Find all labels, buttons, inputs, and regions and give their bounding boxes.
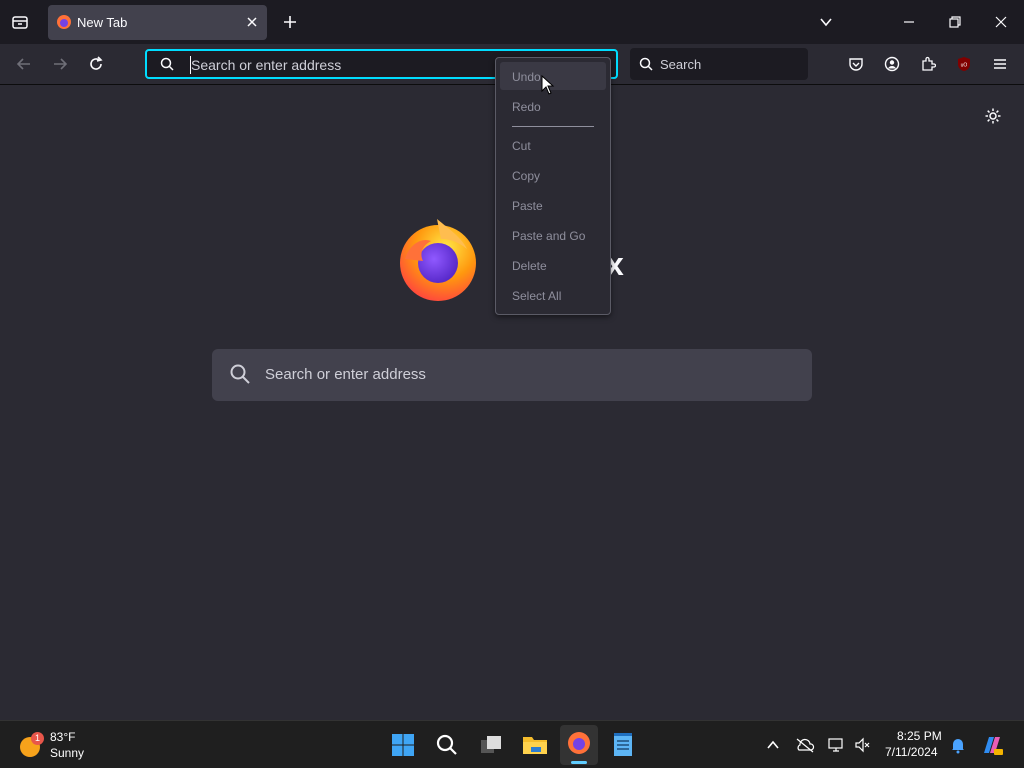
taskbar: 1 83°F Sunny 8:25 PM 7/11/2024 [0, 720, 1024, 768]
firefox-icon [567, 731, 591, 760]
firefox-taskbar-item[interactable] [560, 725, 598, 765]
task-view-icon[interactable] [476, 730, 506, 760]
account-icon[interactable] [880, 52, 904, 76]
weather-badge: 1 [31, 732, 44, 745]
menu-item-paste[interactable]: Paste [512, 199, 543, 213]
search-bar[interactable]: Search [630, 48, 808, 80]
copilot-icon[interactable] [977, 730, 1007, 760]
gear-icon[interactable] [981, 104, 1005, 128]
reload-icon[interactable] [84, 52, 108, 76]
weather-widget[interactable]: 1 83°F Sunny [8, 727, 98, 763]
clock-date[interactable]: 7/11/2024 [885, 745, 938, 759]
page-search-box[interactable]: Search or enter address [212, 349, 812, 401]
windows-start-icon[interactable] [388, 730, 418, 760]
menu-separator [512, 126, 594, 127]
chevron-down-icon[interactable] [814, 10, 838, 34]
weather-temp: 83°F [50, 730, 76, 744]
menu-item-copy[interactable]: Copy [512, 169, 540, 183]
pocket-icon[interactable] [844, 52, 868, 76]
back-icon[interactable] [12, 52, 36, 76]
search-icon [228, 362, 252, 386]
menu-item-redo[interactable]: Redo [512, 100, 541, 114]
chevron-up-icon[interactable] [758, 730, 788, 760]
forward-icon[interactable] [48, 52, 72, 76]
menu-item-undo[interactable]: Undo [512, 70, 541, 84]
title-bar: New Tab [0, 0, 1024, 44]
menu-item-delete[interactable]: Delete [512, 259, 547, 273]
search-icon[interactable] [432, 730, 462, 760]
search-icon [155, 52, 179, 76]
mouse-cursor-icon [541, 74, 555, 95]
menu-item-cut[interactable]: Cut [512, 139, 531, 153]
tab-list-icon[interactable] [8, 10, 32, 34]
onedrive-off-icon[interactable] [790, 730, 820, 760]
close-window-icon[interactable] [989, 10, 1013, 34]
notification-bell-icon[interactable] [943, 730, 973, 760]
close-tab-icon[interactable] [244, 14, 260, 30]
firefox-logo [397, 219, 479, 301]
minimize-icon[interactable] [897, 10, 921, 34]
search-icon [634, 52, 658, 76]
menu-item-paste-and-go[interactable]: Paste and Go [512, 229, 585, 243]
restore-icon[interactable] [943, 10, 967, 34]
tab-title: New Tab [77, 15, 128, 30]
svg-text:uO: uO [961, 63, 968, 69]
firefox-icon [56, 14, 72, 30]
menu-item-select-all[interactable]: Select All [512, 289, 561, 303]
volume-muted-icon[interactable] [848, 730, 878, 760]
extensions-icon[interactable] [916, 52, 940, 76]
menu-icon[interactable] [988, 52, 1012, 76]
context-menu: Undo Redo Cut Copy Paste Paste and Go De… [495, 57, 611, 315]
search-placeholder: Search [660, 57, 702, 72]
file-explorer-icon[interactable] [520, 730, 550, 760]
new-tab-button[interactable] [278, 10, 302, 34]
active-indicator [571, 761, 587, 764]
clock-time[interactable]: 8:25 PM [897, 729, 942, 743]
tab-new-tab[interactable]: New Tab [48, 5, 267, 40]
ublock-origin-icon[interactable]: uO [952, 52, 976, 76]
weather-condition: Sunny [50, 746, 85, 760]
notepad-icon[interactable] [608, 730, 638, 760]
url-placeholder: Search or enter address [191, 57, 342, 73]
page-search-placeholder: Search or enter address [265, 366, 426, 383]
